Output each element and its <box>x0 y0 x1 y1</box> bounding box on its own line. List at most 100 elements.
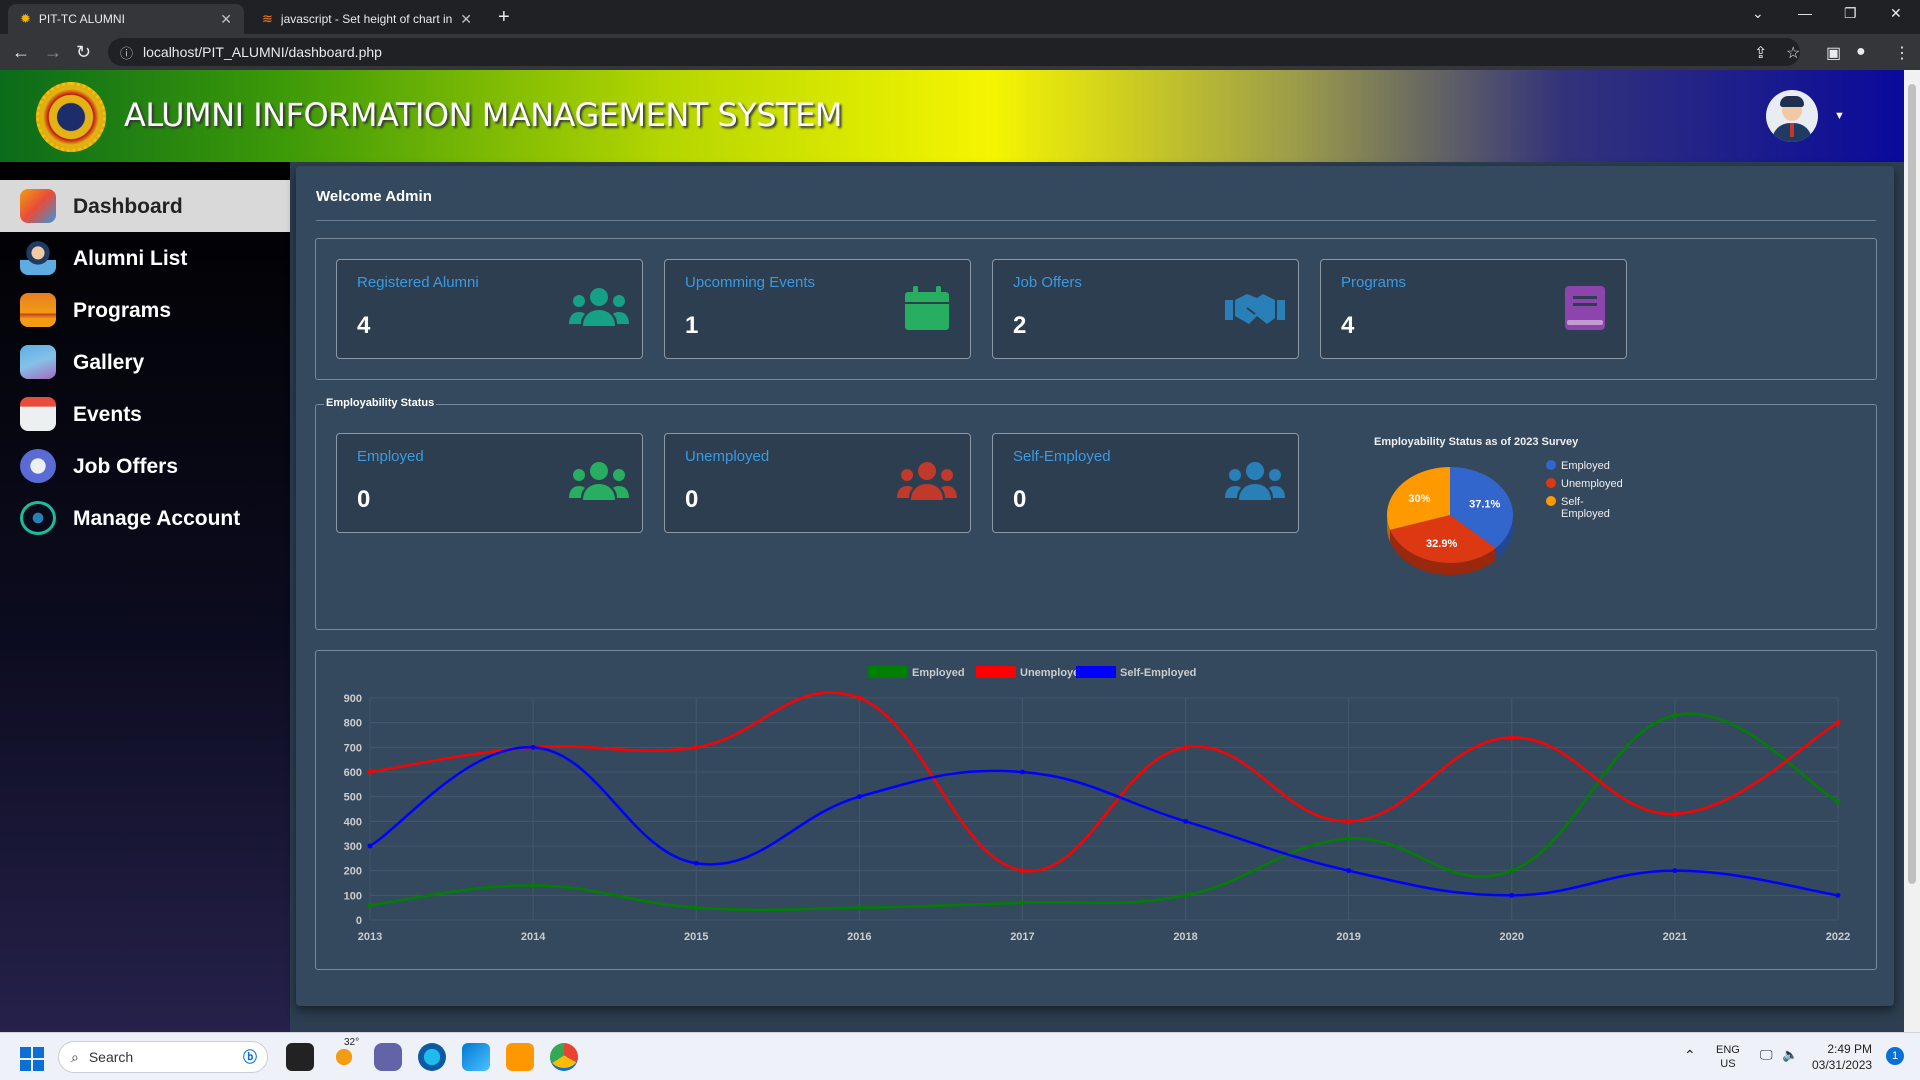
card-programs[interactable]: Programs 4 <box>1320 259 1627 359</box>
series-line-unemployed[interactable] <box>369 691 1839 873</box>
data-point[interactable] <box>1346 818 1352 824</box>
minimize-icon[interactable]: — <box>1798 5 1812 21</box>
legend-label[interactable]: Self-Employed <box>1120 667 1196 679</box>
reload-icon[interactable]: ↻ <box>76 42 91 63</box>
taskbar-search[interactable]: ⌕ Search ⓑ <box>58 1041 268 1073</box>
legend-employed[interactable]: Employed <box>1546 460 1610 472</box>
windows-start-icon[interactable] <box>20 1047 44 1071</box>
card-self-employed[interactable]: Self-Employed 0 <box>992 433 1299 533</box>
sidebar-item-manage-account[interactable]: Manage Account <box>0 492 290 544</box>
task-view-icon[interactable] <box>286 1043 314 1071</box>
data-point[interactable] <box>693 744 699 750</box>
data-point[interactable] <box>1346 868 1352 874</box>
language-indicator[interactable]: ENG US <box>1716 1043 1740 1071</box>
side-panel-icon[interactable]: ▣ <box>1826 43 1841 63</box>
line-chart[interactable]: 900 800 700 600 500 400 300 200 100 0 2013 2014 2015… <box>330 666 1860 956</box>
card-job-offers[interactable]: Job Offers 2 <box>992 259 1299 359</box>
restore-icon[interactable]: ❐ <box>1844 5 1857 22</box>
legend-label: Employed <box>1561 460 1610 472</box>
data-point[interactable] <box>1835 799 1841 805</box>
share-icon[interactable]: ⇪ <box>1754 43 1767 63</box>
page-scrollbar[interactable] <box>1904 70 1920 1032</box>
teams-icon[interactable] <box>374 1043 402 1071</box>
tab-search-chevron-icon[interactable]: ⌄ <box>1752 5 1764 22</box>
legend-label[interactable]: Employed <box>912 667 965 679</box>
data-point[interactable] <box>693 905 699 911</box>
weather-icon[interactable]: 32° <box>330 1037 359 1071</box>
data-point[interactable] <box>1672 811 1678 817</box>
chevron-up-icon[interactable]: ⌃ <box>1684 1047 1696 1064</box>
legend-self-employed[interactable]: Self-Employed <box>1546 496 1626 520</box>
tab-pit-tc-alumni[interactable]: ✹ PIT-TC ALUMNI ✕ <box>8 4 244 34</box>
data-point[interactable] <box>1183 818 1189 824</box>
x-tick-label: 2014 <box>521 931 546 943</box>
data-point[interactable] <box>530 744 536 750</box>
close-tab-icon[interactable]: ✕ <box>460 11 472 28</box>
profile-icon[interactable]: ● <box>1856 43 1866 61</box>
data-point[interactable] <box>856 794 862 800</box>
scrollbar-thumb[interactable] <box>1908 84 1916 884</box>
site-info-icon[interactable]: ⓘ <box>120 43 133 62</box>
data-point[interactable] <box>367 902 373 908</box>
sublime-text-icon[interactable] <box>506 1043 534 1071</box>
network-icon[interactable]: 🖵 <box>1760 1047 1773 1063</box>
data-point[interactable] <box>1835 892 1841 898</box>
card-registered-alumni[interactable]: Registered Alumni 4 <box>336 259 643 359</box>
users-icon <box>569 462 629 500</box>
x-tick-label: 2018 <box>1173 931 1197 943</box>
data-point[interactable] <box>1509 868 1515 874</box>
browser-toolbar: ← → ↻ ⓘ localhost/PIT_ALUMNI/dashboard.p… <box>0 34 1920 70</box>
pie-chart[interactable]: 37.1% 32.9% 30% <box>1380 460 1520 585</box>
users-icon <box>1225 462 1285 500</box>
sidebar-item-events[interactable]: Events <box>0 388 290 440</box>
pie-slice-label: 30% <box>1408 493 1430 505</box>
data-point[interactable] <box>856 905 862 911</box>
card-unemployed[interactable]: Unemployed 0 <box>664 433 971 533</box>
data-point[interactable] <box>1672 868 1678 874</box>
data-point[interactable] <box>1835 720 1841 726</box>
data-point[interactable] <box>1019 769 1025 775</box>
volume-icon[interactable]: 🔈 <box>1782 1047 1798 1063</box>
edge-icon[interactable] <box>418 1043 446 1071</box>
data-point[interactable] <box>1183 744 1189 750</box>
sidebar-item-dashboard[interactable]: Dashboard <box>0 180 290 232</box>
notification-badge[interactable]: 1 <box>1886 1047 1904 1065</box>
sidebar-item-alumni-list[interactable]: Alumni List <box>0 232 290 284</box>
clock[interactable]: 2:49 PM 03/31/2023 <box>1812 1041 1872 1073</box>
sidebar-item-gallery[interactable]: Gallery <box>0 336 290 388</box>
bookmark-star-icon[interactable]: ☆ <box>1786 43 1800 63</box>
close-window-icon[interactable]: ✕ <box>1890 5 1902 22</box>
windows-taskbar: ⌕ Search ⓑ 32° ⌃ ENG US 🖵 🔈 2:49 PM 03/3… <box>0 1032 1920 1080</box>
data-point[interactable] <box>1509 734 1515 740</box>
employability-status-group: Employability Status Employed 0 Unemploy… <box>315 397 1877 630</box>
new-tab-icon[interactable]: + <box>498 6 510 29</box>
card-title: Registered Alumni <box>357 274 479 291</box>
back-arrow-icon[interactable]: ← <box>12 42 30 63</box>
chevron-down-icon[interactable]: ▼ <box>1834 110 1845 122</box>
data-point[interactable] <box>367 769 373 775</box>
data-point[interactable] <box>1019 868 1025 874</box>
sidebar-item-job-offers[interactable]: Job Offers <box>0 440 290 492</box>
user-avatar[interactable] <box>1766 90 1818 142</box>
tab-javascript[interactable]: ≋ javascript - Set height of chart in ✕ <box>250 4 484 34</box>
series-line-employed[interactable] <box>369 712 1839 912</box>
data-point[interactable] <box>1672 712 1678 718</box>
legend-unemployed[interactable]: Unemployed <box>1546 478 1623 490</box>
card-upcoming-events[interactable]: Upcomming Events 1 <box>664 259 971 359</box>
data-point[interactable] <box>1509 892 1515 898</box>
close-tab-icon[interactable]: ✕ <box>220 11 232 28</box>
data-point[interactable] <box>1019 900 1025 906</box>
address-bar[interactable]: ⓘ localhost/PIT_ALUMNI/dashboard.php <box>108 38 1800 66</box>
data-point[interactable] <box>856 695 862 701</box>
sidebar-item-programs[interactable]: Programs <box>0 284 290 336</box>
store-icon[interactable] <box>462 1043 490 1071</box>
data-point[interactable] <box>1183 892 1189 898</box>
data-point[interactable] <box>530 882 536 888</box>
card-employed[interactable]: Employed 0 <box>336 433 643 533</box>
browser-menu-icon[interactable]: ⋮ <box>1894 43 1910 63</box>
forward-arrow-icon[interactable]: → <box>44 42 62 63</box>
data-point[interactable] <box>1346 836 1352 842</box>
data-point[interactable] <box>693 860 699 866</box>
data-point[interactable] <box>367 843 373 849</box>
chrome-icon[interactable] <box>550 1043 578 1071</box>
